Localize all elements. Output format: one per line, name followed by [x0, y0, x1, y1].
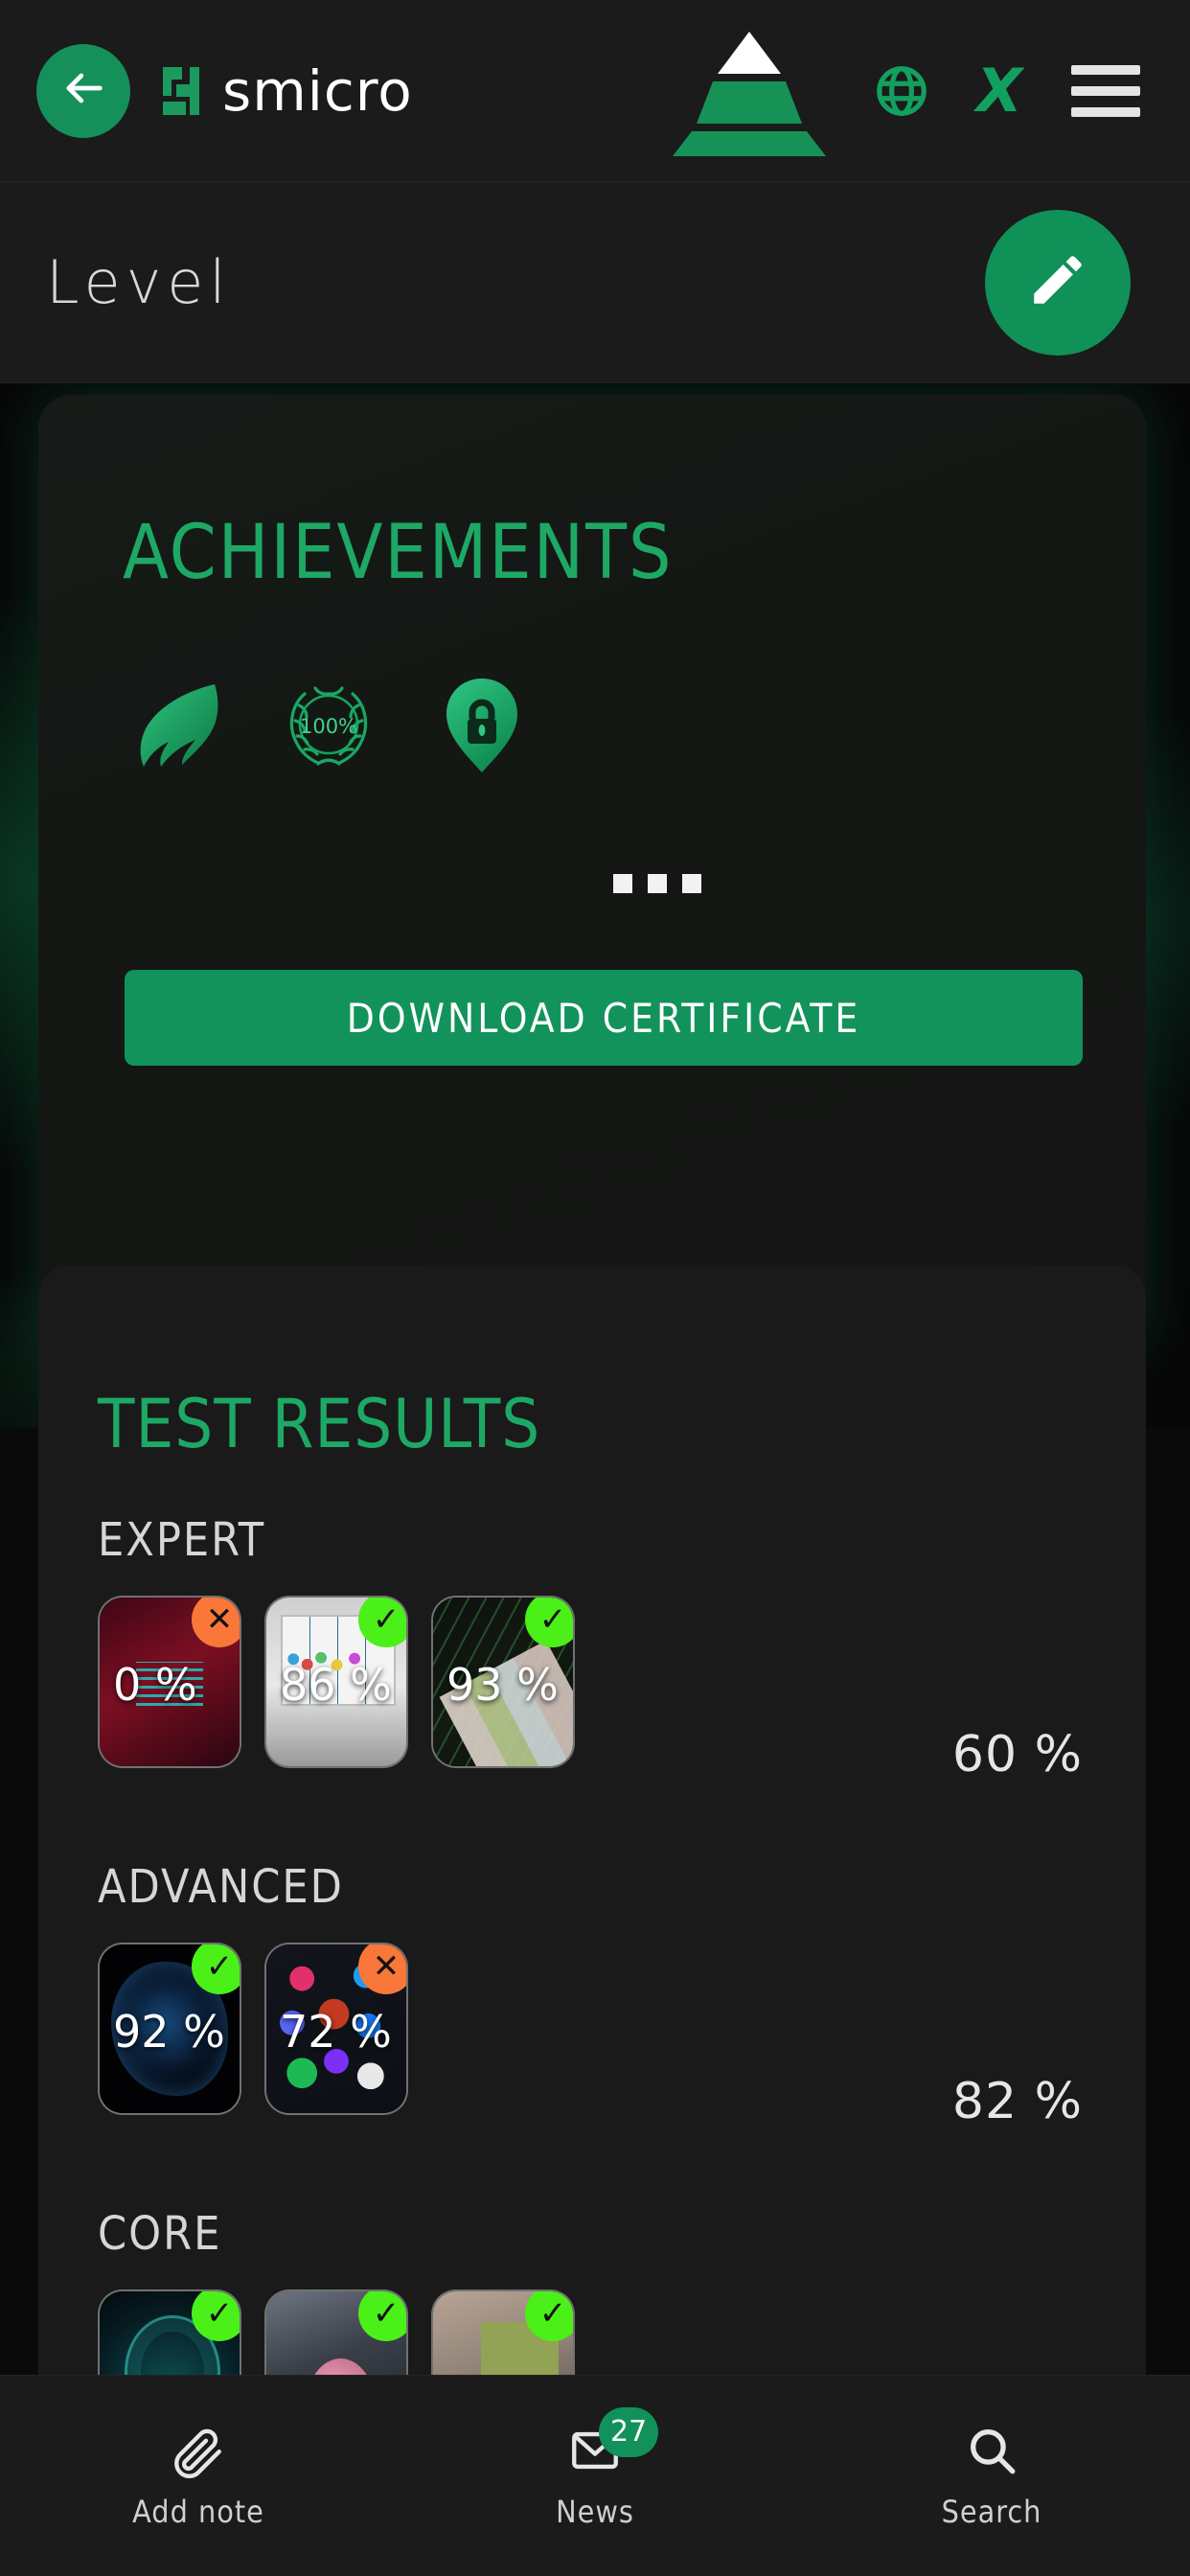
- shield-lock-badge-icon[interactable]: [429, 673, 535, 778]
- thumbnail-score: 92 %: [113, 2006, 225, 2058]
- pyramid-icon[interactable]: [667, 24, 832, 158]
- achievements-card: ACHIEVEMENTS 100% DOWNLOAD CERTIFICATE: [38, 395, 1146, 1353]
- nav-label: News: [556, 2493, 634, 2530]
- group-label: EXPERT: [98, 1513, 266, 1567]
- burger-line: [1071, 86, 1140, 96]
- smicro-logo-mark: [161, 65, 213, 117]
- app-root: smicro X Level ACHIEVEMENTS 100% DOWNLOA…: [0, 0, 1190, 2576]
- download-certificate-button[interactable]: DOWNLOAD CERTIFICATE: [125, 970, 1083, 1066]
- laurel-badge-label: 100%: [300, 715, 357, 738]
- news-unread-badge: 27: [599, 2406, 659, 2457]
- top-app-bar: smicro X: [0, 0, 1190, 182]
- brand-logo[interactable]: smicro: [161, 58, 413, 124]
- x-logo-icon[interactable]: X: [972, 61, 1027, 121]
- paperclip-icon: [171, 2423, 226, 2478]
- nav-item-news[interactable]: 27 News: [397, 2406, 793, 2530]
- dot: [613, 874, 632, 893]
- group-label: ADVANCED: [98, 1860, 344, 1914]
- pencil-edit-icon: [1026, 248, 1089, 316]
- dot: [682, 874, 701, 893]
- laurel-wreath-badge-icon[interactable]: 100%: [276, 673, 381, 778]
- page-title-bar: Level: [0, 182, 1190, 383]
- search-icon: [964, 2423, 1019, 2478]
- bottom-navigation: Add note 27 News Search: [0, 2375, 1190, 2576]
- nav-item-search[interactable]: Search: [793, 2423, 1190, 2530]
- three-dots-more[interactable]: [613, 874, 701, 893]
- test-results-title: TEST RESULTS: [98, 1385, 541, 1463]
- result-group-advanced: ADVANCED 92 % ✓ 72 % ✕ 82 %: [38, 1860, 1146, 2130]
- burger-line: [1071, 65, 1140, 75]
- nav-item-add-note[interactable]: Add note: [0, 2423, 397, 2530]
- group-total-score: 60 %: [951, 1726, 1083, 1783]
- arrow-left-icon: [58, 63, 108, 118]
- envelope-icon: 27: [567, 2406, 659, 2478]
- top-bar-actions: X: [667, 0, 1190, 182]
- group-label: CORE: [98, 2207, 222, 2261]
- thumbnail-score: 72 %: [280, 2006, 392, 2058]
- edit-button[interactable]: [985, 209, 1131, 356]
- achievements-title: ACHIEVEMENTS: [123, 510, 674, 596]
- test-results-card: TEST RESULTS EXPERT 0 % ✕ 86 % ✓ 93 % ✓ …: [38, 1265, 1146, 2472]
- thumbnail-score: 93 %: [446, 1659, 559, 1711]
- brand-name: smicro: [222, 58, 413, 124]
- achievement-badge-list: 100%: [123, 673, 535, 778]
- thumbnail-score: 86 %: [280, 1659, 392, 1711]
- back-button[interactable]: [36, 43, 130, 138]
- globe-icon[interactable]: [872, 61, 931, 121]
- x-logo-glyph: X: [976, 56, 1022, 126]
- dot: [648, 874, 667, 893]
- page-title: Level: [46, 247, 232, 317]
- thumbnail-score: 0 %: [113, 1659, 197, 1711]
- test-thumbnail[interactable]: 72 % ✕: [264, 1943, 408, 2115]
- burger-line: [1071, 107, 1140, 117]
- wing-badge-icon[interactable]: [123, 673, 228, 778]
- nav-label: Search: [941, 2493, 1042, 2530]
- test-thumbnail[interactable]: 86 % ✓: [264, 1596, 408, 1768]
- hamburger-menu-icon[interactable]: [1071, 65, 1140, 117]
- group-total-score: 82 %: [951, 2073, 1083, 2130]
- result-group-expert: EXPERT 0 % ✕ 86 % ✓ 93 % ✓ 60 %: [38, 1513, 1146, 1783]
- test-thumbnail[interactable]: 92 % ✓: [98, 1943, 241, 2115]
- test-thumbnail[interactable]: 0 % ✕: [98, 1596, 241, 1768]
- test-thumbnail[interactable]: 93 % ✓: [431, 1596, 575, 1768]
- nav-label: Add note: [132, 2493, 264, 2530]
